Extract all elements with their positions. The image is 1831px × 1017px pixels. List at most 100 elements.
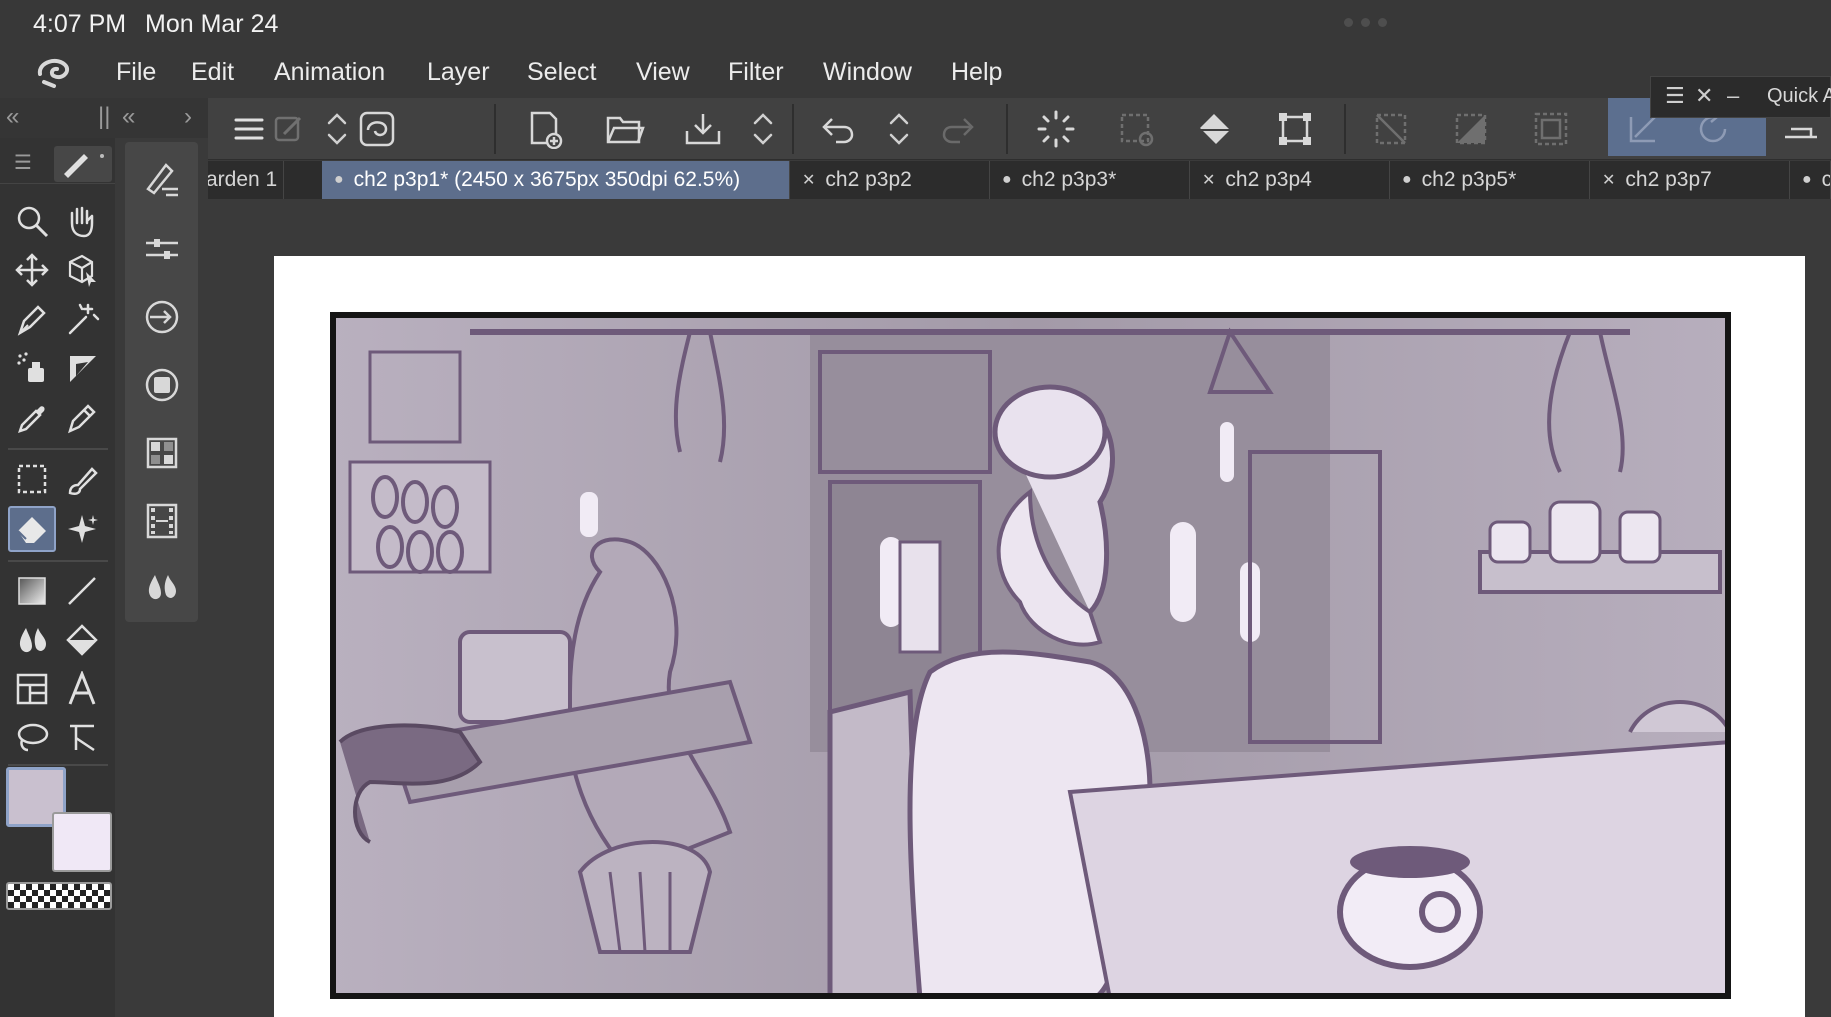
color-set-icon[interactable] [139, 430, 185, 476]
lasso-icon[interactable] [8, 715, 56, 761]
redo-icon[interactable] [934, 106, 984, 152]
tab-label: ch2 p3p4 [1225, 168, 1312, 191]
clip-studio-icon[interactable] [352, 106, 402, 152]
tool-divider [8, 764, 108, 766]
new-canvas-icon[interactable] [520, 106, 570, 152]
toolbar-separator [1344, 104, 1346, 154]
hand-icon[interactable] [58, 198, 106, 244]
text-icon[interactable] [58, 666, 106, 712]
close-icon[interactable]: ✕ [1695, 85, 1713, 107]
document-tab-bar: arden 1 ● ch2 p3p1* (2450 x 3675px 350dp… [206, 161, 1831, 199]
minimize-icon[interactable]: – [1727, 85, 1739, 107]
sketch-artwork[interactable] [330, 312, 1731, 999]
expand-right-icon[interactable]: › [184, 104, 192, 130]
panel-collapse-bar: « || « › [0, 98, 208, 138]
frame-icon[interactable] [8, 666, 56, 712]
airbrush-icon[interactable] [8, 345, 56, 391]
unsaved-dot-icon: ● [334, 171, 344, 188]
magic-wand-icon[interactable] [58, 296, 106, 342]
panel-menu-icon[interactable]: ☰ [1665, 85, 1685, 107]
reorder-chevrons-icon[interactable] [738, 106, 788, 152]
collapse-left-icon[interactable]: « [6, 104, 19, 130]
close-tab-icon[interactable]: ✕ [1202, 170, 1215, 190]
menu-select[interactable]: Select [527, 58, 596, 87]
line-icon[interactable] [58, 568, 106, 614]
brush-icon[interactable] [58, 456, 106, 502]
reorder-chevrons-icon[interactable] [874, 106, 924, 152]
panel-menu-icon[interactable]: ☰ [14, 150, 32, 175]
color-wheel-icon[interactable] [139, 294, 185, 340]
menu-animation[interactable]: Animation [274, 58, 385, 87]
status-date: Mon Mar 24 [145, 10, 279, 38]
transform-icon[interactable] [1270, 106, 1320, 152]
filmstrip-icon[interactable] [139, 498, 185, 544]
toolbar-separator [792, 104, 794, 154]
collapse-left-icon[interactable]: « [122, 104, 135, 130]
quick-access-panel: ☰ ✕ – Quick A [1650, 76, 1831, 118]
multitasking-dots[interactable] [1344, 18, 1387, 27]
menu-window[interactable]: Window [823, 58, 912, 87]
ruler-icon[interactable] [58, 345, 106, 391]
tab-ch2-p3p7[interactable]: ✕ ch2 p3p7 [1590, 161, 1790, 199]
object-icon[interactable] [58, 247, 106, 293]
tab-overflow[interactable]: ● c [1790, 161, 1831, 199]
toolbar-separator [494, 104, 496, 154]
clear-outside-selection-icon[interactable] [1111, 106, 1161, 152]
command-bar [208, 98, 1831, 160]
move-icon[interactable] [8, 247, 56, 293]
eraser-icon[interactable] [8, 506, 56, 552]
open-folder-icon[interactable] [600, 106, 650, 152]
menu-bar: File Edit Animation Layer Select View Fi… [0, 48, 1831, 98]
tab-label: ch2 p3p5* [1421, 168, 1517, 191]
blend-drop-icon[interactable] [139, 566, 185, 612]
zoom-icon[interactable] [8, 198, 56, 244]
tab-ch2-p3p4[interactable]: ✕ ch2 p3p4 [1190, 161, 1390, 199]
tool-divider [8, 560, 108, 562]
selection-border-icon[interactable] [1526, 106, 1576, 152]
menu-view[interactable]: View [636, 58, 690, 87]
deselect-icon[interactable] [1366, 106, 1416, 152]
close-tab-icon[interactable]: ✕ [802, 170, 815, 190]
canvas-page[interactable] [274, 256, 1805, 1017]
undo-icon[interactable] [812, 106, 862, 152]
blend-icon[interactable] [8, 617, 56, 663]
selection-rect-icon[interactable] [8, 456, 56, 502]
drag-handle-icon[interactable]: || [98, 104, 110, 130]
eyedropper-icon[interactable] [8, 394, 56, 440]
app-logo-icon[interactable] [32, 52, 76, 92]
tab-ch2-p3p2[interactable]: ✕ ch2 p3p2 [790, 161, 990, 199]
correct-line-icon[interactable] [58, 715, 106, 761]
clear-layer-icon[interactable] [1031, 106, 1081, 152]
current-tool-pen-icon[interactable] [54, 146, 112, 182]
tab-label: ch2 p3p3* [1021, 168, 1117, 191]
layer-property-icon[interactable] [139, 362, 185, 408]
pen-icon[interactable] [58, 394, 106, 440]
fill-icon[interactable] [58, 617, 106, 663]
companion-mode-icon[interactable] [264, 106, 314, 152]
decoration-icon[interactable] [58, 506, 106, 552]
transparent-color-swatch[interactable] [6, 882, 112, 910]
gradient-icon[interactable] [8, 568, 56, 614]
tab-ch2-p3p5[interactable]: ● ch2 p3p5* [1390, 161, 1590, 199]
menu-layer[interactable]: Layer [427, 58, 490, 87]
tab-ch2-p3p3[interactable]: ● ch2 p3p3* [990, 161, 1190, 199]
fill-icon[interactable] [1190, 106, 1240, 152]
tab-ch2-p3p1[interactable]: ● ch2 p3p1* (2450 x 3675px 350dpi 62.5%) [322, 161, 790, 199]
menu-filter[interactable]: Filter [728, 58, 784, 87]
tab-label: ch2 p3p1* (2450 x 3675px 350dpi 62.5%) [353, 168, 741, 191]
pen-nib-icon[interactable] [8, 296, 56, 342]
canvas-area[interactable] [208, 199, 1831, 1017]
sub-tool-detail-icon[interactable] [139, 156, 185, 202]
menu-help[interactable]: Help [951, 58, 1002, 87]
tool-property-icon[interactable] [139, 226, 185, 272]
tab-label: ch2 p3p2 [825, 168, 912, 191]
sub-color-swatch[interactable] [52, 812, 112, 872]
close-tab-icon[interactable]: ✕ [1602, 170, 1615, 190]
tab-garden-1[interactable]: arden 1 [204, 161, 284, 199]
menu-edit[interactable]: Edit [191, 58, 234, 87]
menu-file[interactable]: File [116, 58, 156, 87]
tab-label: c [1822, 168, 1830, 192]
invert-selection-icon[interactable] [1446, 106, 1496, 152]
save-download-icon[interactable] [678, 106, 728, 152]
tool-palette-header: ☰ [0, 144, 115, 184]
